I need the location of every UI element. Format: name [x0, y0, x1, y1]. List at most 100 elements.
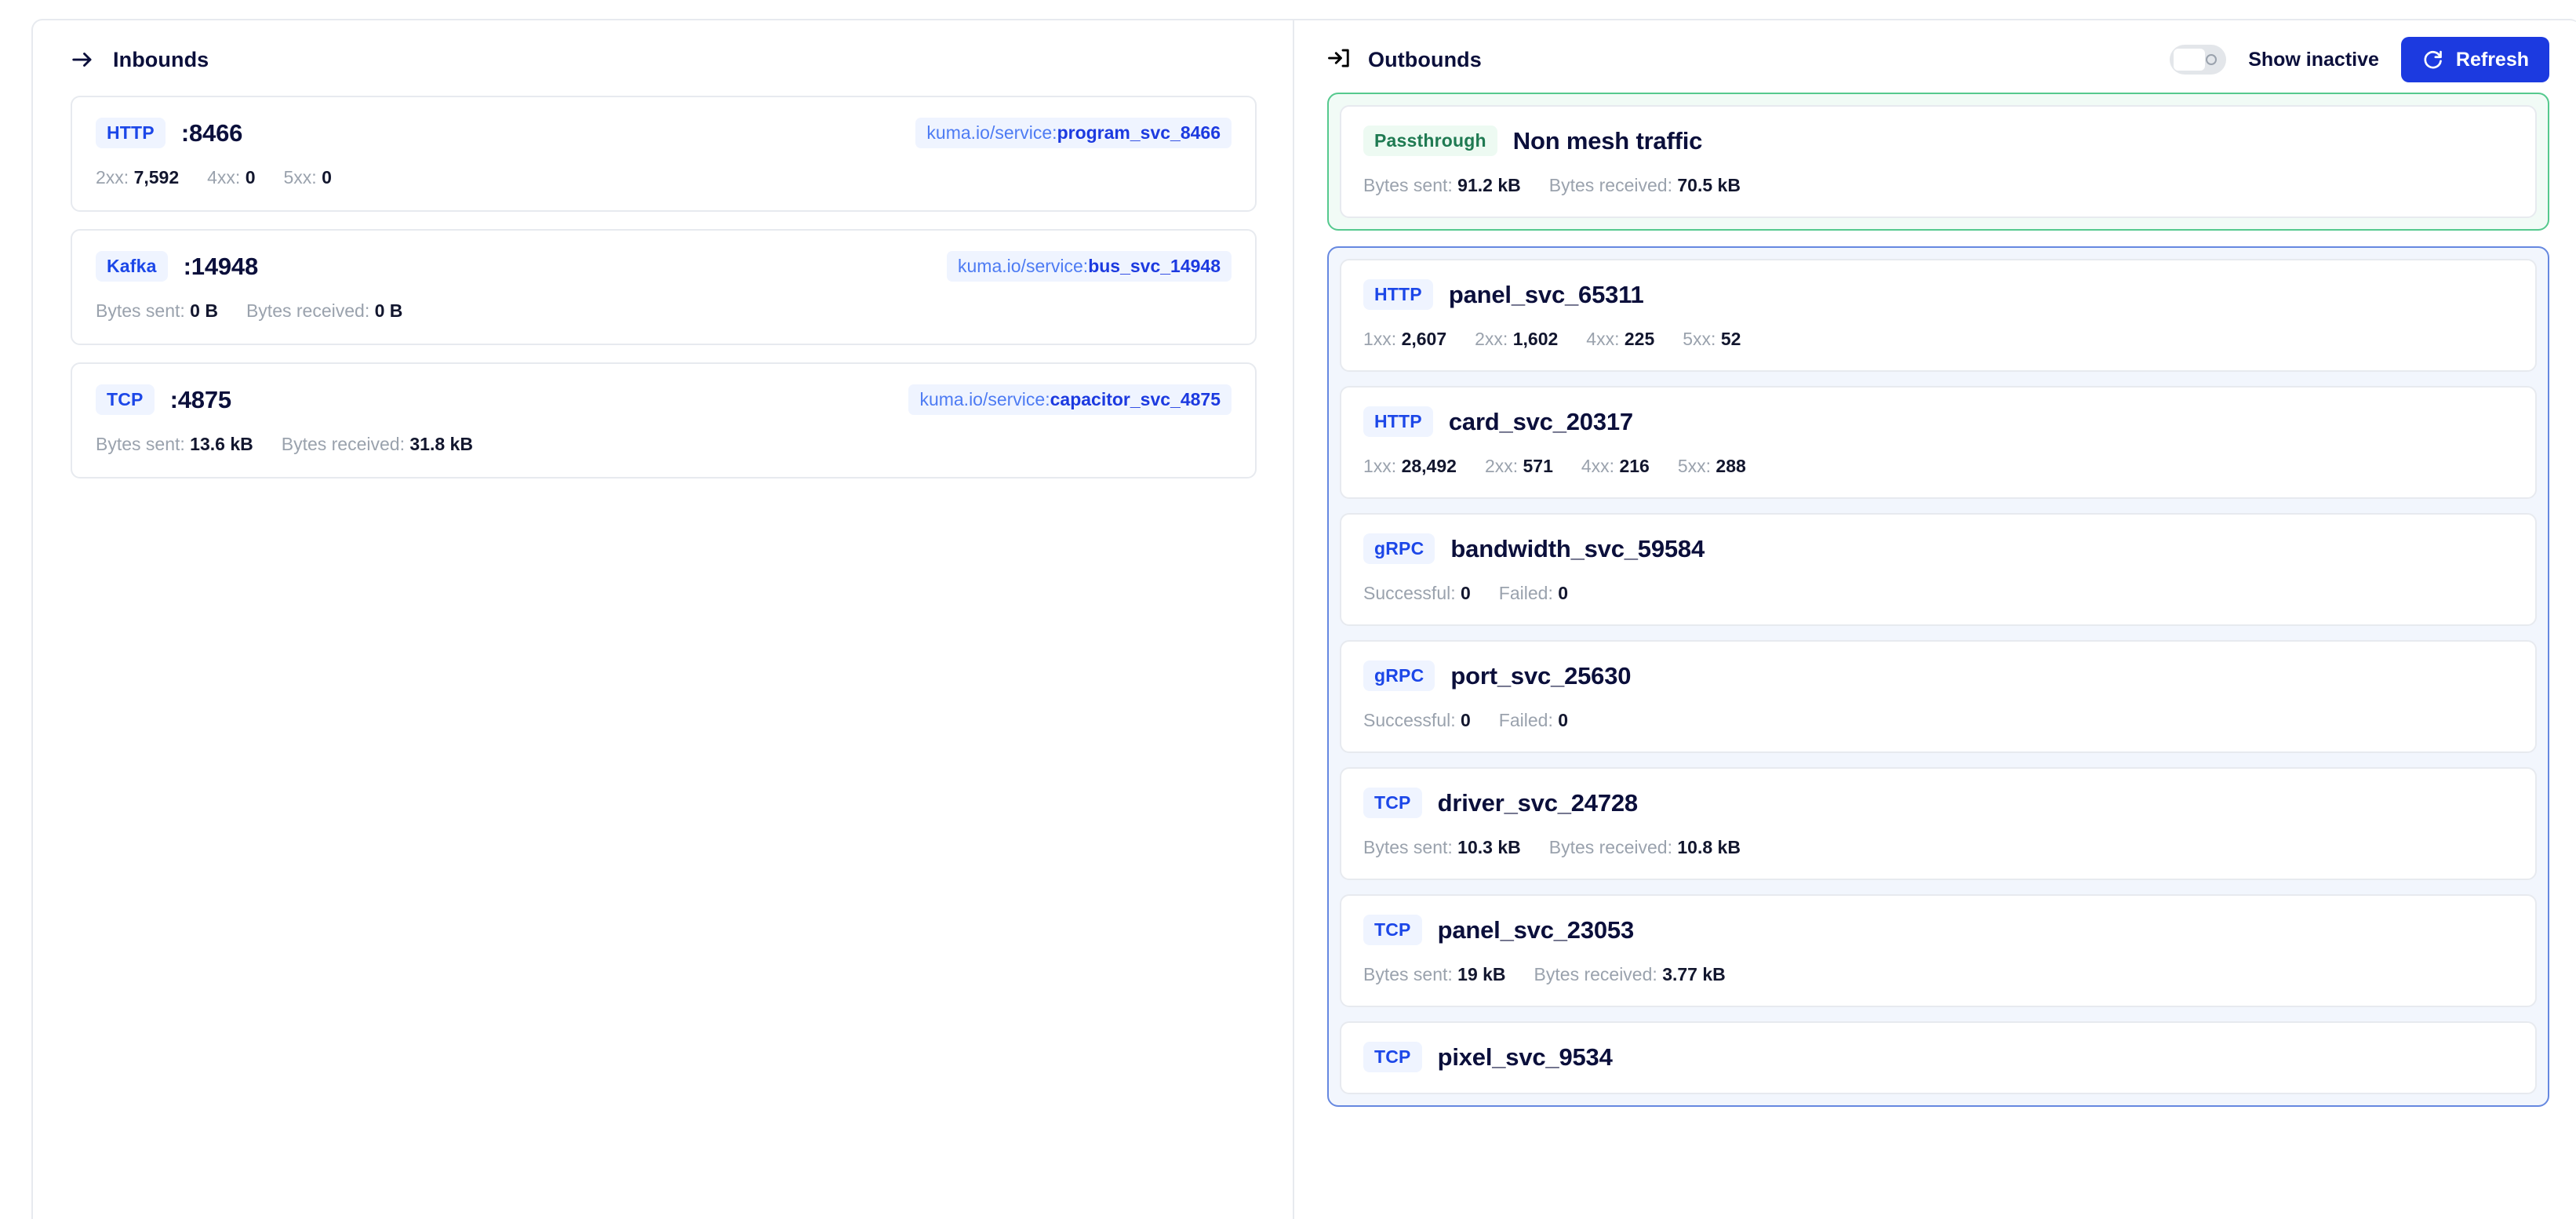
stat-label: Bytes sent: [1363, 837, 1453, 857]
service-tag-prefix: kuma.io/service: [926, 122, 1057, 143]
service-card[interactable]: TCP pixel_svc_9534 [1340, 1021, 2537, 1094]
stat-label: 2xx: [1475, 329, 1508, 349]
toggle-knob [2174, 49, 2206, 71]
stat-item: 1xx: 2,607 [1363, 329, 1446, 350]
service-name: Non mesh traffic [1512, 126, 1703, 155]
inbounds-title: Inbounds [113, 47, 209, 71]
stat-item: 5xx: 52 [1683, 329, 1741, 350]
stats-row: Bytes sent: 91.2 kB Bytes received: 70.5 … [1363, 175, 2513, 196]
outbound-group-items: Passthrough Non mesh traffic Bytes sent: 9… [1340, 105, 2537, 218]
outbound-group-mesh: HTTP panel_svc_65311 1xx: 2,607 2xx: 1,602 4… [1327, 246, 2549, 1107]
service-tag-prefix: kuma.io/service: [919, 389, 1050, 409]
service-card[interactable]: TCP driver_svc_24728 Bytes sent: 10.3 kB By… [1340, 767, 2537, 880]
stat-value: 571 [1523, 456, 1553, 476]
service-card-header: TCP panel_svc_23053 [1363, 915, 2513, 945]
stat-item: Bytes sent: 10.3 kB [1363, 837, 1521, 858]
stats-row: Bytes sent: 13.6 kB Bytes received: 31.8 … [96, 434, 1232, 455]
stat-label: 5xx: [283, 167, 317, 187]
stat-value: 0 [1461, 710, 1471, 730]
service-tag[interactable]: kuma.io/service:capacitor_svc_4875 [908, 384, 1232, 415]
outbound-group-passthrough: Passthrough Non mesh traffic Bytes sent: 9… [1327, 93, 2549, 231]
service-card[interactable]: gRPC bandwidth_svc_59584 Successful: 0 Fail… [1340, 513, 2537, 626]
stat-label: 5xx: [1677, 456, 1712, 476]
refresh-button[interactable]: Refresh [2400, 37, 2549, 82]
stat-item: Bytes sent: 19 kB [1363, 964, 1506, 985]
stat-label: Successful: [1363, 583, 1456, 603]
stat-label: 5xx: [1683, 329, 1716, 349]
service-card[interactable]: TCP panel_svc_23053 Bytes sent: 19 kB Bytes… [1340, 894, 2537, 1007]
stat-value: 7,592 [133, 167, 180, 187]
protocol-badge: Passthrough [1363, 126, 1497, 156]
service-card-header: TCP pixel_svc_9534 [1363, 1042, 2513, 1072]
stat-label: Bytes received: [1548, 175, 1672, 195]
stat-item: 5xx: 0 [284, 167, 332, 188]
service-card-header: TCP driver_svc_24728 [1363, 788, 2513, 818]
refresh-button-label: Refresh [2455, 48, 2529, 71]
inbounds-header: Inbounds [33, 20, 1293, 78]
protocol-badge: TCP [1363, 788, 1422, 818]
stat-label: Bytes sent: [96, 434, 185, 454]
stat-item: 4xx: 0 [207, 167, 255, 188]
stat-item: Bytes received: 3.77 kB [1534, 964, 1726, 985]
stat-item: 2xx: 7,592 [96, 167, 179, 188]
toggle-off-indicator-icon [2206, 54, 2218, 65]
stat-label: 2xx: [1484, 456, 1519, 476]
service-name: :4875 [169, 385, 231, 413]
service-name: panel_svc_23053 [1437, 915, 1635, 944]
stats-row: Bytes sent: 19 kB Bytes received: 3.77 kB [1363, 964, 2513, 985]
service-card-header: Passthrough Non mesh traffic [1363, 126, 2513, 156]
outbound-group-items: HTTP panel_svc_65311 1xx: 2,607 2xx: 1,602 4… [1340, 259, 2537, 1094]
protocol-badge: gRPC [1363, 660, 1435, 691]
stats-row: 1xx: 2,607 2xx: 1,602 4xx: 225 5xx: 52 [1363, 329, 2513, 350]
service-tag-value: program_svc_8466 [1057, 122, 1221, 143]
service-card-header: gRPC bandwidth_svc_59584 [1363, 533, 2513, 564]
stat-value: 3.77 kB [1662, 964, 1726, 984]
stats-row: Successful: 0 Failed: 0 [1363, 583, 2513, 604]
service-card-header: HTTP card_svc_20317 [1363, 406, 2513, 437]
stat-value: 0 [1558, 710, 1569, 730]
stat-item: Failed: 0 [1499, 583, 1568, 604]
service-card[interactable]: gRPC port_svc_25630 Successful: 0 Failed: 0 [1340, 640, 2537, 753]
stat-label: 1xx: [1363, 329, 1397, 349]
refresh-icon [2424, 50, 2442, 69]
stat-item: 4xx: 216 [1581, 456, 1650, 477]
stat-value: 0 [245, 167, 256, 187]
stat-label: 4xx: [207, 167, 241, 187]
service-tag[interactable]: kuma.io/service:program_svc_8466 [915, 118, 1232, 148]
stat-item: Bytes sent: 13.6 kB [96, 434, 253, 455]
stats-row: 2xx: 7,592 4xx: 0 5xx: 0 [96, 167, 1232, 188]
stat-value: 10.3 kB [1457, 837, 1521, 857]
service-card[interactable]: HTTP panel_svc_65311 1xx: 2,607 2xx: 1,602 4… [1340, 259, 2537, 372]
arrow-right-icon [69, 46, 96, 73]
service-card[interactable]: TCP:4875 kuma.io/service:capacitor_svc_48… [71, 362, 1257, 479]
service-tag-value: bus_svc_14948 [1088, 256, 1221, 276]
inbounds-list: HTTP:8466 kuma.io/service:program_svc_846… [33, 78, 1293, 479]
stats-row: 1xx: 28,492 2xx: 571 4xx: 216 5xx: 288 [1363, 456, 2513, 477]
service-name: driver_svc_24728 [1437, 788, 1639, 817]
stat-value: 13.6 kB [190, 434, 253, 454]
service-card[interactable]: HTTP:8466 kuma.io/service:program_svc_846… [71, 96, 1257, 212]
stat-value: 19 kB [1457, 964, 1506, 984]
stat-label: 4xx: [1581, 456, 1615, 476]
stat-label: Failed: [1498, 710, 1553, 730]
protocol-badge: HTTP [96, 118, 166, 148]
show-inactive-toggle[interactable] [2170, 45, 2227, 75]
stat-item: 2xx: 1,602 [1475, 329, 1558, 350]
stat-value: 31.8 kB [409, 434, 473, 454]
service-card[interactable]: HTTP card_svc_20317 1xx: 28,492 2xx: 571 4xx… [1340, 386, 2537, 499]
stat-value: 288 [1716, 456, 1746, 476]
stat-label: Bytes sent: [1363, 175, 1453, 195]
service-tag[interactable]: kuma.io/service:bus_svc_14948 [947, 251, 1232, 282]
service-card[interactable]: Passthrough Non mesh traffic Bytes sent: 9… [1340, 105, 2537, 218]
protocol-badge: HTTP [1363, 406, 1433, 437]
outbounds-header-actions: Show inactive Refresh [2170, 37, 2549, 82]
service-card[interactable]: Kafka:14948 kuma.io/service:bus_svc_14948… [71, 229, 1257, 345]
service-card-header: Kafka:14948 kuma.io/service:bus_svc_14948 [96, 251, 1232, 282]
service-card-header: HTTP panel_svc_65311 [1363, 279, 2513, 310]
stat-label: Bytes received: [1548, 837, 1672, 857]
stat-item: Successful: 0 [1363, 710, 1471, 731]
service-card-header: gRPC port_svc_25630 [1363, 660, 2513, 691]
stat-value: 0 B [190, 300, 218, 321]
service-name: port_svc_25630 [1450, 661, 1632, 690]
service-name: pixel_svc_9534 [1437, 1043, 1613, 1071]
